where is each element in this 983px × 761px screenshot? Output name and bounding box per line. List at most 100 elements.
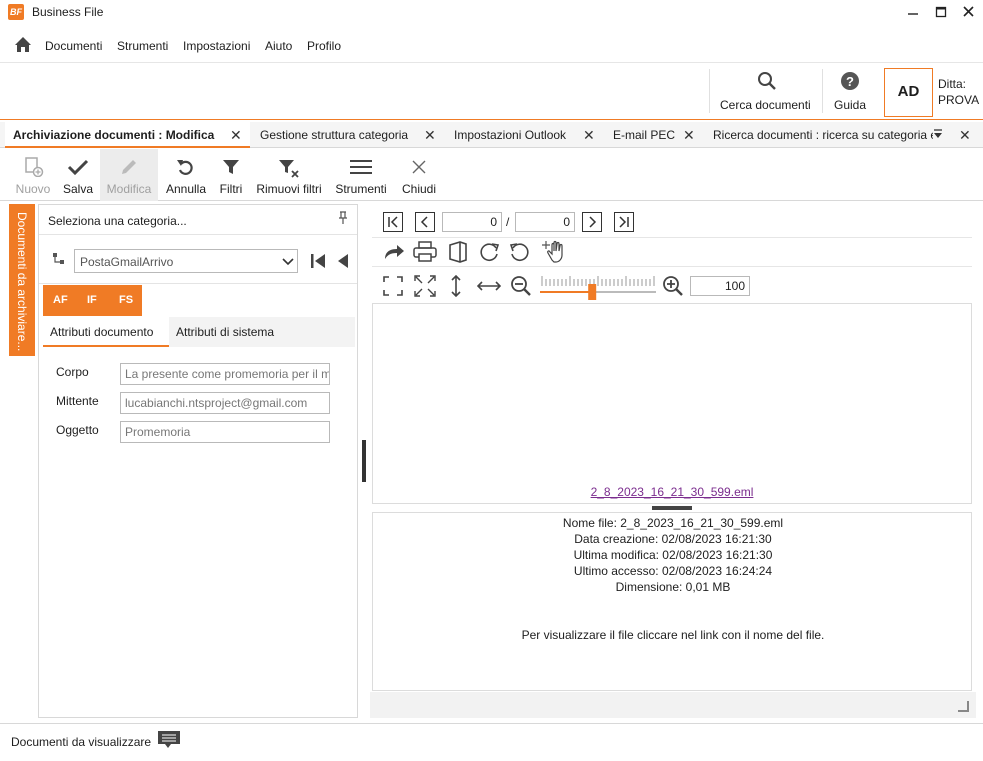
zoom-value-input[interactable]: 100 (690, 276, 750, 296)
file-info-box: Nome file: 2_8_2023_16_21_30_599.eml Dat… (372, 512, 972, 691)
tab-close-icon[interactable]: ✕ (230, 127, 242, 144)
viewer-hint: Per visualizzare il file cliccare nel li… (521, 628, 825, 642)
chevron-down-icon (282, 258, 294, 266)
first-record-icon[interactable] (310, 253, 326, 269)
tab-system-attributes[interactable]: Attributi di sistema (176, 325, 274, 339)
company-label: Ditta: (938, 77, 967, 91)
resize-grip-icon[interactable] (957, 700, 969, 712)
new-label: Nuovo (15, 182, 51, 196)
preview-splitter-handle[interactable] (652, 506, 692, 510)
undo-label: Annulla (165, 182, 207, 196)
viewer-footer (370, 692, 976, 718)
tab-if[interactable]: IF (87, 294, 97, 306)
category-panel: Seleziona una categoria... PostaGmailArr… (38, 204, 358, 718)
creation-date-info: Data creazione: 02/08/2023 16:21:30 (574, 532, 772, 546)
first-page-icon[interactable] (383, 212, 403, 232)
office-icon[interactable] (448, 241, 468, 263)
tab-impostazioni-outlook[interactable]: Impostazioni Outlook (446, 122, 596, 148)
tab-close-icon[interactable]: ✕ (683, 127, 695, 144)
tab-close-icon[interactable]: ✕ (583, 127, 595, 144)
body-label: Corpo (56, 365, 89, 379)
menu-bar: Documenti Strumenti Impostazioni Aiuto P… (0, 31, 983, 61)
last-page-icon[interactable] (614, 212, 634, 232)
tree-icon (52, 252, 66, 266)
next-page-icon[interactable] (582, 212, 602, 232)
menu-strumenti[interactable]: Strumenti (117, 39, 168, 53)
zoom-in-icon[interactable] (662, 275, 684, 297)
tab-label: Impostazioni Outlook (454, 128, 567, 142)
avatar[interactable]: AD (884, 68, 933, 117)
sender-field[interactable]: lucabianchi.ntsproject@gmail.com (120, 392, 330, 414)
menu-aiuto[interactable]: Aiuto (265, 39, 292, 53)
minimize-icon[interactable] (900, 3, 926, 21)
remove-filter-icon (277, 157, 301, 179)
new-button[interactable]: Nuovo (10, 149, 56, 201)
print-icon[interactable] (413, 241, 437, 263)
tab-fs[interactable]: FS (119, 294, 133, 306)
tab-ricerca-documenti[interactable]: Ricerca documenti : ricerca su categoria… (705, 122, 933, 148)
divider (39, 283, 357, 284)
menu-impostazioni[interactable]: Impostazioni (183, 39, 250, 53)
splitter-handle[interactable] (362, 440, 366, 482)
tab-document-attributes[interactable]: Attributi documento (43, 317, 169, 347)
tab-af[interactable]: AF (53, 294, 68, 306)
zoom-out-icon[interactable] (510, 275, 532, 297)
filters-button[interactable]: Filtri (214, 149, 248, 201)
tab-archiviazione[interactable]: Archiviazione documenti : Modifica (5, 122, 250, 148)
home-icon[interactable] (14, 36, 32, 54)
save-button[interactable]: Salva (58, 149, 98, 201)
close-button[interactable]: Chiudi (398, 149, 440, 201)
body-field[interactable]: La presente come promemoria per il m (120, 363, 330, 385)
filters-label: Filtri (219, 182, 243, 196)
forward-icon[interactable] (383, 242, 405, 262)
current-page-input[interactable]: 0 (442, 212, 502, 232)
fit-height-icon[interactable] (450, 275, 462, 297)
app-title: Business File (32, 5, 104, 19)
page-separator: / (506, 215, 510, 229)
fullscreen-icon[interactable] (414, 275, 436, 297)
help-button[interactable]: ? Guida (826, 63, 874, 119)
maximize-icon[interactable] (928, 3, 954, 21)
undo-button[interactable]: Annulla (162, 149, 210, 201)
rotate-counterclockwise-icon[interactable] (509, 241, 531, 263)
zoom-slider-thumb[interactable] (588, 284, 597, 300)
menu-profilo[interactable]: Profilo (307, 39, 341, 53)
tab-overflow-icon[interactable] (933, 129, 943, 139)
category-select[interactable]: PostaGmailArrivo (74, 249, 298, 273)
previous-page-icon[interactable] (415, 212, 435, 232)
pan-hand-icon[interactable] (540, 240, 568, 264)
title-bar: BF Business File (0, 0, 983, 26)
menu-lines-icon (349, 157, 373, 177)
fit-page-icon[interactable] (383, 276, 403, 296)
filter-icon (220, 157, 242, 177)
edit-label: Modifica (106, 182, 152, 196)
file-link[interactable]: 2_8_2023_16_21_30_599.eml (373, 485, 971, 499)
tab-close-icon[interactable]: ✕ (424, 127, 436, 144)
remove-filters-button[interactable]: Rimuovi filtri (252, 149, 326, 201)
tools-button[interactable]: Strumenti (332, 149, 390, 201)
subject-label: Oggetto (56, 423, 99, 437)
menu-documenti[interactable]: Documenti (45, 39, 102, 53)
document-tabs: Archiviazione documenti : Modifica ✕ Ges… (0, 122, 983, 148)
edit-button[interactable]: Modifica (100, 149, 158, 201)
previous-record-icon[interactable] (336, 253, 350, 269)
close-all-tabs-icon[interactable]: ✕ (959, 127, 971, 144)
side-tab-documents-to-archive[interactable]: Documenti da archiviare... (9, 204, 35, 356)
comment-icon[interactable] (157, 730, 181, 750)
divider (372, 237, 972, 238)
fit-width-icon[interactable] (477, 279, 501, 293)
total-pages-input: 0 (515, 212, 575, 232)
category-select-value: PostaGmailArrivo (80, 255, 174, 269)
access-date-info: Ultimo accesso: 02/08/2023 16:24:24 (573, 564, 773, 578)
search-documents-button[interactable]: Cerca documenti (712, 63, 818, 119)
subject-field[interactable]: Promemoria (120, 421, 330, 443)
rotate-clockwise-icon[interactable] (478, 241, 500, 263)
divider (709, 69, 710, 113)
zoom-slider[interactable] (539, 272, 657, 300)
status-bar: Documenti da visualizzare (0, 723, 983, 761)
close-icon[interactable] (955, 3, 981, 21)
documents-to-view-label[interactable]: Documenti da visualizzare (11, 735, 151, 749)
tab-gestione-struttura[interactable]: Gestione struttura categoria (252, 122, 442, 148)
undo-icon (175, 157, 197, 177)
pin-icon[interactable] (337, 211, 349, 225)
